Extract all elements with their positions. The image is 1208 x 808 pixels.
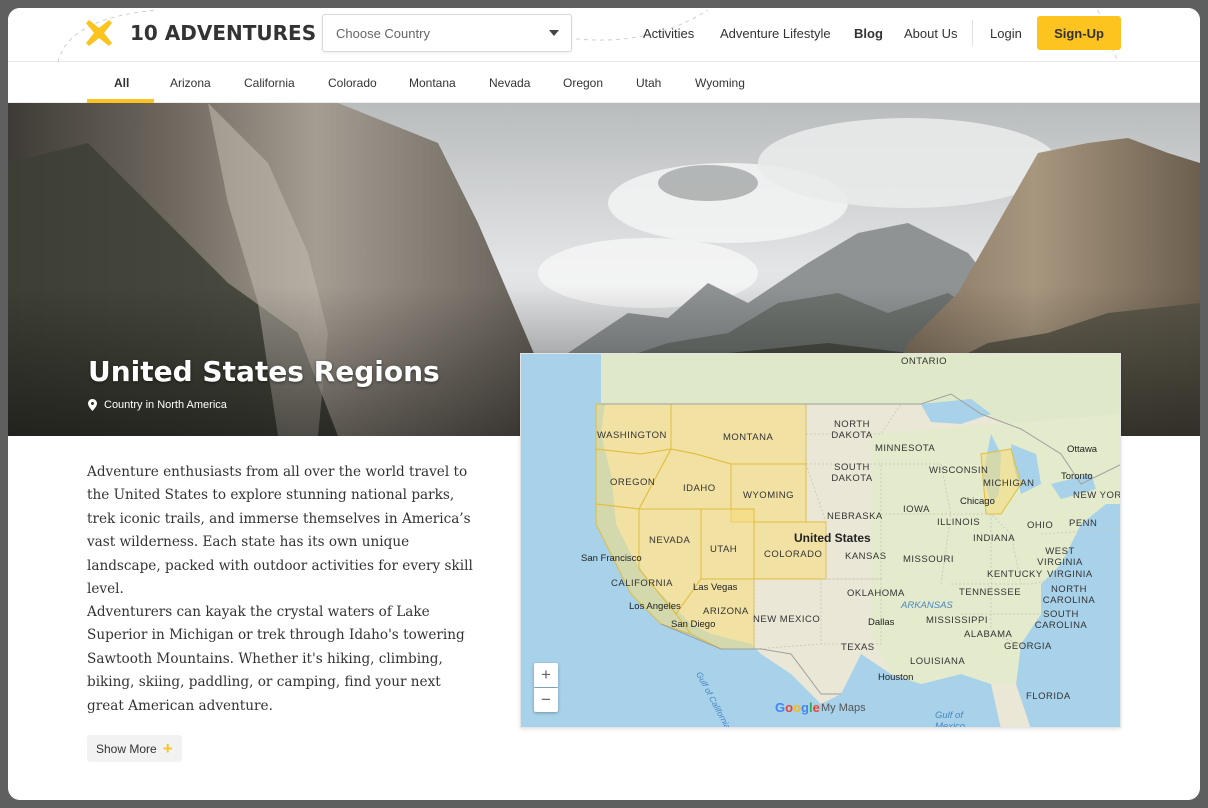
map-label-minnesota: MINNESOTA [875, 443, 936, 454]
tab-oregon[interactable]: Oregon [563, 76, 603, 90]
zoom-in-button[interactable]: + [534, 663, 558, 687]
signup-button[interactable]: Sign-Up [1037, 16, 1121, 50]
nav-divider [972, 20, 973, 46]
map-label-utah: UTAH [710, 544, 738, 555]
map-label-new-york: NEW YOR [1073, 490, 1121, 501]
browser-page: 10 ADVENTURES Choose Country Activities … [8, 8, 1200, 800]
tab-colorado[interactable]: Colorado [328, 76, 377, 90]
map-label-texas: TEXAS [841, 642, 875, 653]
nav-blog[interactable]: Blog [854, 26, 883, 41]
show-more-button[interactable]: Show More + [87, 735, 182, 762]
map-label-idaho: IDAHO [683, 483, 716, 494]
map-label-wyoming: WYOMING [743, 490, 794, 501]
map-city-las-vegas: Las Vegas [693, 582, 738, 593]
map-city-san-diego: San Diego [671, 619, 716, 630]
description-paragraph-2: Adventurers can kayak the crystal waters… [87, 604, 465, 714]
map-label-ohio: OHIO [1027, 520, 1054, 531]
map-label-wisconsin: WISCONSIN [929, 465, 989, 476]
map-label-south-dakota: SOUTH DAKOTA [831, 462, 873, 484]
x-mark-icon [86, 20, 112, 46]
nav-adventure-lifestyle[interactable]: Adventure Lifestyle [720, 26, 831, 41]
map-label-north-carolina: NORTH CAROLINA [1042, 584, 1096, 606]
map-city-dallas: Dallas [868, 617, 895, 628]
site-header: 10 ADVENTURES Choose Country Activities … [8, 8, 1200, 62]
map-city-ottawa: Ottawa [1067, 444, 1098, 455]
map-label-arkansas: ARKANSAS [901, 600, 953, 611]
show-more-label: Show More [96, 741, 157, 756]
map-label-west-virginia: WEST VIRGINIA [1037, 546, 1083, 568]
map-label-south-carolina: SOUTH CAROLINA [1034, 609, 1088, 631]
tab-utah[interactable]: Utah [636, 76, 661, 90]
tab-arizona[interactable]: Arizona [170, 76, 211, 90]
map-label-new-mexico: NEW MEXICO [753, 614, 821, 625]
map-label-colorado: COLORADO [764, 549, 823, 560]
map-city-chicago: Chicago [960, 496, 995, 507]
map-label-missouri: MISSOURI [903, 554, 954, 565]
map-label-california: CALIFORNIA [611, 578, 674, 589]
map-label-mississippi: MISSISSIPPI [926, 615, 988, 626]
map-label-arizona: ARIZONA [703, 606, 749, 617]
location-subtitle-text: Country in North America [104, 399, 227, 411]
map-city-houston: Houston [878, 672, 914, 683]
page-title: United States Regions [88, 355, 440, 388]
map-city-san-francisco: San Francisco [581, 553, 642, 564]
nav-about-us[interactable]: About Us [904, 26, 957, 41]
map-label-north-dakota: NORTH DAKOTA [831, 419, 873, 441]
country-select[interactable]: Choose Country [322, 14, 572, 52]
zoom-out-button[interactable]: − [534, 688, 558, 712]
nav-activities[interactable]: Activities [643, 26, 694, 41]
location-subtitle: Country in North America [88, 399, 227, 411]
map-label-georgia: GEORGIA [1004, 641, 1052, 652]
map-label-louisiana: LOUISIANA [910, 656, 966, 667]
description-paragraph-1: Adventure enthusiasts from all over the … [87, 464, 473, 598]
login-link[interactable]: Login [990, 26, 1022, 41]
map-label-kansas: KANSAS [845, 551, 887, 562]
location-pin-icon [88, 399, 97, 411]
tab-all[interactable]: All [114, 76, 129, 90]
tab-california[interactable]: California [244, 76, 295, 90]
map-label-michigan: MICHIGAN [983, 478, 1035, 489]
tab-montana[interactable]: Montana [409, 76, 456, 90]
map-label-country: United States [794, 531, 871, 545]
map-label-florida: FLORIDA [1026, 691, 1071, 702]
map-label-oklahoma: OKLAHOMA [847, 588, 905, 599]
site-logo[interactable]: 10 ADVENTURES [86, 20, 316, 46]
map-label-iowa: IOWA [903, 504, 930, 515]
tab-wyoming[interactable]: Wyoming [695, 76, 745, 90]
map-label-ontario: ONTARIO [901, 356, 948, 367]
map-label-virginia: VIRGINIA [1047, 569, 1093, 580]
map-city-los-angeles: Los Angeles [629, 601, 681, 612]
map-label-penn: PENN [1069, 518, 1098, 529]
region-map[interactable]: ONTARIO WASHINGTON MONTANA NORTH DAKOTA … [520, 353, 1121, 728]
region-tabs: All Arizona California Colorado Montana … [8, 62, 1200, 103]
map-label-tennessee: TENNESSEE [959, 587, 1022, 598]
plus-icon: + [162, 738, 173, 758]
tab-nevada[interactable]: Nevada [489, 76, 530, 90]
map-label-oregon: OREGON [610, 477, 656, 488]
map-label-montana: MONTANA [723, 432, 774, 443]
map-city-toronto: Toronto [1061, 471, 1093, 482]
chevron-down-icon [549, 30, 559, 36]
country-select-placeholder: Choose Country [336, 25, 430, 41]
brand-name: 10 ADVENTURES [130, 21, 317, 45]
my-maps-attribution: My Maps [821, 702, 866, 714]
map-label-nevada: NEVADA [649, 535, 691, 546]
map-label-alabama: ALABAMA [964, 629, 1013, 640]
map-water-gulf-of-mexico: Gulf of Mexico [935, 710, 966, 728]
map-label-kentucky: KENTUCKY [987, 569, 1043, 580]
map-label-indiana: INDIANA [973, 533, 1016, 544]
google-logo: Google [775, 700, 820, 715]
map-label-nebraska: NEBRASKA [827, 511, 883, 522]
map-label-washington: WASHINGTON [597, 430, 667, 441]
map-label-illinois: ILLINOIS [937, 517, 981, 528]
